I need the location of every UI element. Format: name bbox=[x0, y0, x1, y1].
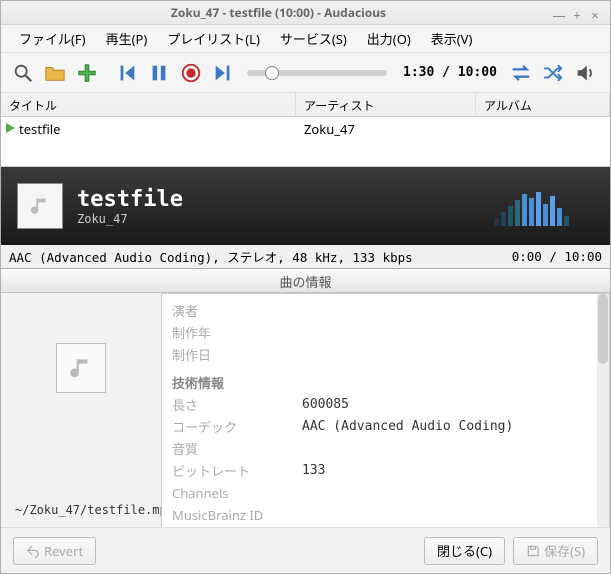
dialog-info-pane: 演者 制作年 制作日 技術情報 長さ600085 コーデックAAC (Advan… bbox=[161, 293, 610, 527]
dialog-body: ~/Zoku_47/testfile.mp4 演者 制作年 制作日 技術情報 長… bbox=[1, 293, 610, 527]
seek-thumb[interactable] bbox=[265, 66, 279, 80]
val-bitrate: 133 bbox=[302, 460, 599, 482]
repeat-button[interactable] bbox=[507, 59, 535, 87]
col-album[interactable]: アルバム bbox=[476, 93, 610, 116]
window-title: Zoku_47 - testfile (10:00) - Audacious bbox=[9, 4, 548, 21]
file-path: ~/Zoku_47/testfile.mp4 bbox=[11, 503, 174, 517]
prev-button[interactable] bbox=[113, 59, 141, 87]
seek-slider[interactable] bbox=[247, 70, 387, 76]
label-length: 長さ bbox=[172, 394, 302, 416]
minimize-button[interactable]: — bbox=[552, 6, 566, 20]
close-window-button[interactable]: × bbox=[588, 6, 602, 20]
menu-view[interactable]: 表示(V) bbox=[421, 25, 483, 52]
label-year: 制作年 bbox=[172, 322, 302, 344]
speaker-icon bbox=[574, 62, 596, 84]
save-icon bbox=[526, 544, 540, 558]
dialog-button-bar: Revert 閉じる(C) 保存(S) bbox=[1, 527, 610, 573]
playlist-header: タイトル アーティスト アルバム bbox=[1, 93, 610, 117]
playing-indicator-icon bbox=[1, 117, 19, 139]
volume-button[interactable] bbox=[571, 59, 599, 87]
dialog-left-pane: ~/Zoku_47/testfile.mp4 bbox=[1, 293, 161, 527]
album-art bbox=[17, 183, 63, 229]
menu-service[interactable]: サービス(S) bbox=[270, 25, 357, 52]
close-button[interactable]: 閉じる(C) bbox=[424, 537, 505, 565]
col-title[interactable]: タイトル bbox=[1, 93, 296, 116]
menu-output[interactable]: 出力(O) bbox=[357, 25, 421, 52]
dialog-title[interactable]: 曲の情報 bbox=[1, 269, 610, 293]
menu-playback[interactable]: 再生(P) bbox=[96, 25, 158, 52]
np-title: testfile bbox=[77, 187, 183, 212]
visualizer bbox=[494, 186, 594, 226]
undo-icon bbox=[26, 544, 40, 558]
skip-next-icon bbox=[212, 62, 234, 84]
record-button[interactable] bbox=[177, 59, 205, 87]
repeat-icon bbox=[510, 62, 532, 84]
label-quality: 音質 bbox=[172, 438, 302, 460]
val-codec: AAC (Advanced Audio Coding) bbox=[302, 416, 599, 438]
status-bar: AAC (Advanced Audio Coding), ステレオ, 48 kH… bbox=[1, 245, 610, 269]
val-length: 600085 bbox=[302, 394, 599, 416]
status-time: 0:00 / 10:00 bbox=[512, 249, 602, 264]
search-icon bbox=[12, 62, 34, 84]
row-artist: Zoku_47 bbox=[296, 117, 476, 139]
now-playing-bar: testfile Zoku_47 bbox=[1, 167, 610, 245]
menu-file[interactable]: ファイル(F) bbox=[9, 25, 96, 52]
music-note-icon bbox=[68, 355, 94, 381]
dialog-album-art bbox=[56, 343, 106, 393]
label-mbid: MusicBrainz ID bbox=[172, 504, 302, 526]
codec-info: AAC (Advanced Audio Coding), ステレオ, 48 kH… bbox=[9, 247, 413, 266]
save-button[interactable]: 保存(S) bbox=[513, 537, 598, 565]
open-button[interactable] bbox=[41, 59, 69, 87]
revert-button[interactable]: Revert bbox=[13, 537, 96, 565]
label-channels: Channels bbox=[172, 482, 302, 504]
skip-prev-icon bbox=[116, 62, 138, 84]
folder-icon bbox=[44, 62, 66, 84]
label-codec: コーデック bbox=[172, 416, 302, 438]
row-album bbox=[476, 117, 610, 139]
search-button[interactable] bbox=[9, 59, 37, 87]
scroll-thumb[interactable] bbox=[598, 294, 608, 364]
np-artist: Zoku_47 bbox=[77, 212, 183, 226]
toolbar: 1:30 / 10:00 bbox=[1, 53, 610, 93]
menu-bar: ファイル(F) 再生(P) プレイリスト(L) サービス(S) 出力(O) 表示… bbox=[1, 25, 610, 53]
scrollbar[interactable] bbox=[597, 294, 609, 527]
playlist-row[interactable]: testfile Zoku_47 bbox=[1, 117, 610, 139]
plus-icon bbox=[76, 62, 98, 84]
playlist-empty-area[interactable] bbox=[1, 139, 610, 167]
row-title: testfile bbox=[19, 117, 296, 139]
shuffle-icon bbox=[542, 62, 564, 84]
label-date: 制作日 bbox=[172, 344, 302, 366]
music-note-icon bbox=[29, 195, 51, 217]
maximize-button[interactable]: + bbox=[570, 6, 584, 20]
time-display: 1:30 / 10:00 bbox=[397, 65, 503, 80]
pause-icon bbox=[148, 62, 170, 84]
record-icon bbox=[180, 62, 202, 84]
pause-button[interactable] bbox=[145, 59, 173, 87]
next-button[interactable] bbox=[209, 59, 237, 87]
label-tech-header: 技術情報 bbox=[172, 366, 302, 394]
app-window: Zoku_47 - testfile (10:00) - Audacious —… bbox=[0, 0, 611, 574]
add-button[interactable] bbox=[73, 59, 101, 87]
shuffle-button[interactable] bbox=[539, 59, 567, 87]
label-performer: 演者 bbox=[172, 300, 302, 322]
menu-playlist[interactable]: プレイリスト(L) bbox=[157, 25, 270, 52]
col-artist[interactable]: アーティスト bbox=[296, 93, 476, 116]
title-bar[interactable]: Zoku_47 - testfile (10:00) - Audacious —… bbox=[1, 1, 610, 25]
label-bitrate: ビットレート bbox=[172, 460, 302, 482]
